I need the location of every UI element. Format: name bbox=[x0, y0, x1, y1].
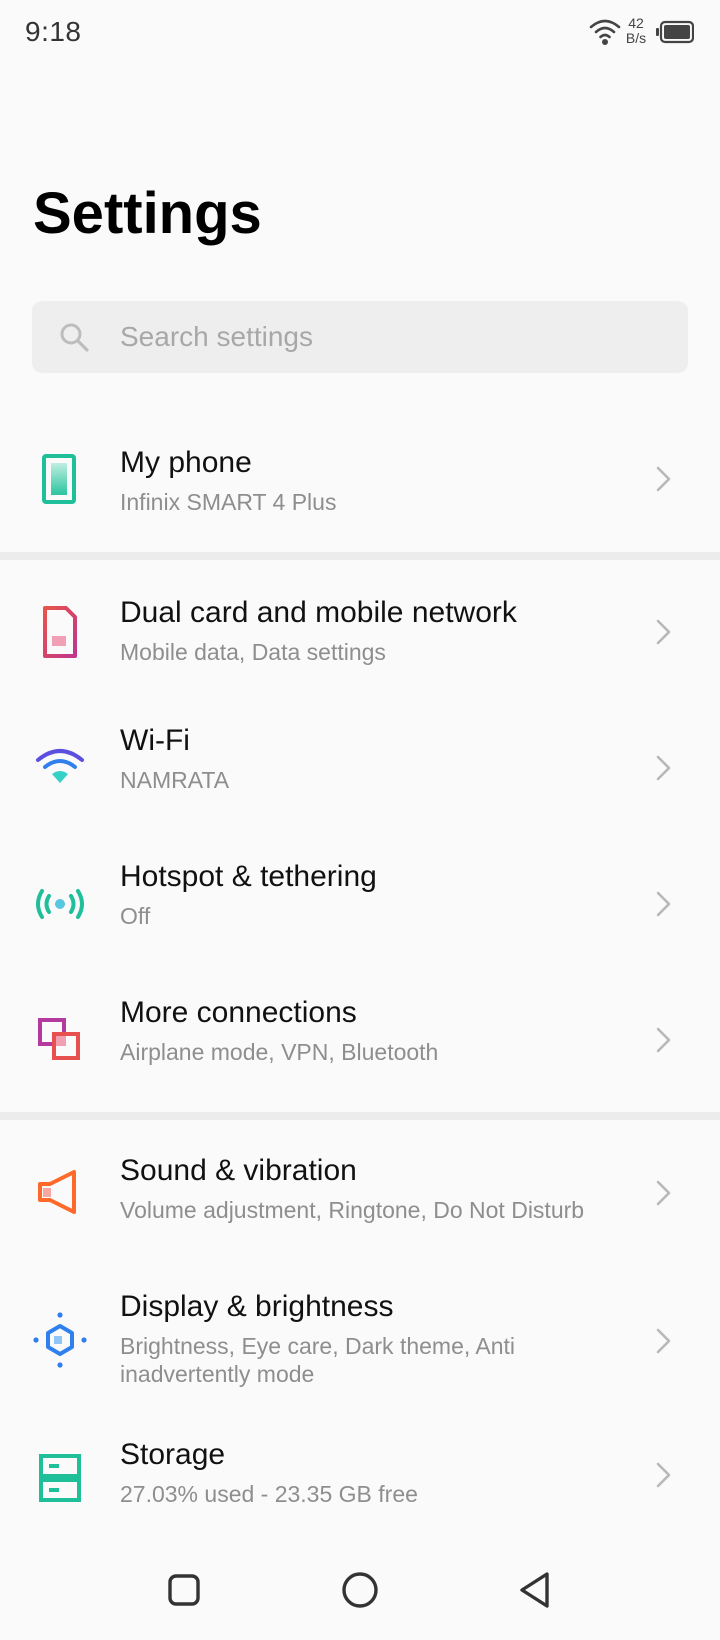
section-divider bbox=[0, 1112, 720, 1120]
chevron-right-icon bbox=[656, 1328, 671, 1354]
item-title: Display & brightness bbox=[120, 1290, 394, 1323]
item-subtitle: Airplane mode, VPN, Bluetooth bbox=[120, 1039, 439, 1065]
status-time: 9:18 bbox=[25, 16, 82, 47]
battery-icon bbox=[656, 20, 694, 44]
item-title: Sound & vibration bbox=[120, 1154, 357, 1187]
item-title: Storage bbox=[120, 1438, 226, 1471]
chevron-right-icon bbox=[656, 891, 671, 917]
item-subtitle: 27.03% used - 23.35 GB free bbox=[120, 1481, 418, 1507]
item-title: My phone bbox=[120, 446, 252, 479]
page-title: Settings bbox=[33, 181, 262, 246]
item-subtitle: NAMRATA bbox=[120, 767, 230, 793]
wifi-icon bbox=[589, 19, 621, 45]
item-subtitle: Mobile data, Data settings bbox=[120, 639, 386, 665]
home-button[interactable] bbox=[332, 1562, 388, 1618]
settings-item-dual-card[interactable]: Dual card and mobile network Mobile data… bbox=[0, 572, 720, 698]
search-icon bbox=[60, 323, 89, 352]
settings-item-more-connections[interactable]: More connections Airplane mode, VPN, Blu… bbox=[0, 980, 720, 1106]
recents-button[interactable] bbox=[156, 1562, 212, 1618]
settings-item-sound[interactable]: Sound & vibration Volume adjustment, Rin… bbox=[0, 1128, 720, 1254]
item-title: More connections bbox=[120, 996, 357, 1029]
search-bar[interactable] bbox=[32, 301, 688, 373]
speaker-icon bbox=[38, 1170, 76, 1214]
settings-item-wifi[interactable]: Wi-Fi NAMRATA bbox=[0, 708, 720, 834]
item-title: Dual card and mobile network bbox=[120, 596, 517, 629]
item-subtitle: Off bbox=[120, 903, 151, 929]
chevron-right-icon bbox=[656, 466, 671, 492]
network-speed-unit: B/s bbox=[625, 30, 647, 46]
settings-item-storage[interactable]: Storage 27.03% used - 23.35 GB free bbox=[0, 1426, 720, 1536]
chevron-right-icon bbox=[656, 755, 671, 781]
settings-item-display[interactable]: Display & brightness Brightness, Eye car… bbox=[0, 1264, 720, 1414]
back-button[interactable] bbox=[508, 1562, 564, 1618]
section-divider bbox=[0, 552, 720, 560]
settings-item-my-phone[interactable]: My phone Infinix SMART 4 Plus bbox=[0, 422, 720, 534]
chevron-right-icon bbox=[656, 1462, 671, 1488]
settings-item-hotspot[interactable]: Hotspot & tethering Off bbox=[0, 844, 720, 970]
navigation-bar bbox=[0, 1540, 720, 1640]
item-title: Wi-Fi bbox=[120, 724, 190, 757]
item-title: Hotspot & tethering bbox=[120, 860, 377, 893]
search-input[interactable] bbox=[120, 301, 660, 373]
item-subtitle: Brightness, Eye care, Dark theme, Anti i… bbox=[120, 1333, 516, 1387]
phone-icon bbox=[42, 454, 76, 504]
wifi-icon bbox=[36, 749, 84, 783]
network-speed: 42 B/s bbox=[622, 16, 650, 46]
storage-icon bbox=[39, 1454, 81, 1502]
connections-icon bbox=[38, 1018, 80, 1060]
item-subtitle: Infinix SMART 4 Plus bbox=[120, 489, 337, 515]
hotspot-icon bbox=[36, 889, 84, 919]
item-subtitle: Volume adjustment, Ringtone, Do Not Dist… bbox=[120, 1197, 585, 1223]
chevron-right-icon bbox=[656, 1180, 671, 1206]
chevron-right-icon bbox=[656, 619, 671, 645]
status-bar: 9:18 42 B/s bbox=[0, 0, 720, 66]
brightness-icon bbox=[33, 1312, 87, 1368]
network-speed-value: 42 bbox=[628, 15, 644, 31]
chevron-right-icon bbox=[656, 1027, 671, 1053]
sim-card-icon bbox=[43, 606, 77, 658]
